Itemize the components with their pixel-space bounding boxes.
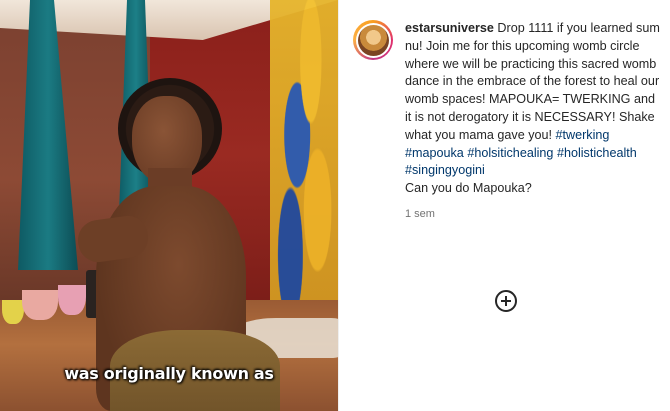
avatar-frame [355,22,391,58]
hashtag-link[interactable]: #singingyogini [405,163,485,177]
post-viewer: was originally known as estarsuniverse D… [0,0,670,411]
scene-singing-bowl [22,290,58,320]
plus-circle-icon[interactable] [495,290,517,312]
hashtag-link[interactable]: #holsitichealing [467,146,553,160]
post-caption-block: estarsuniverse Drop 1111 if you learned … [353,20,663,220]
reel-video[interactable]: was originally known as [0,0,338,411]
caption-column: estarsuniverse Drop 1111 if you learned … [405,20,663,220]
hashtag-link[interactable]: #twerking [556,128,610,142]
scene-singing-bowl [58,285,86,315]
avatar[interactable] [357,24,389,56]
scene-mural [270,0,338,300]
caption-text: estarsuniverse Drop 1111 if you learned … [405,20,663,198]
post-timestamp[interactable]: 1 sem [405,208,663,220]
video-subtitle: was originally known as [64,364,274,383]
username-link[interactable]: estarsuniverse [405,21,494,35]
scene-singing-bowl [2,300,24,324]
avatar-story-ring[interactable] [353,20,393,60]
hashtag-link[interactable]: #mapouka [405,146,464,160]
hashtag-link[interactable]: #holistichealth [557,146,637,160]
caption-question: Can you do Mapouka? [405,181,532,196]
post-side-panel: estarsuniverse Drop 1111 if you learned … [338,0,670,411]
caption-body: Drop 1111 if you learned sum nu! Join me… [405,21,660,142]
